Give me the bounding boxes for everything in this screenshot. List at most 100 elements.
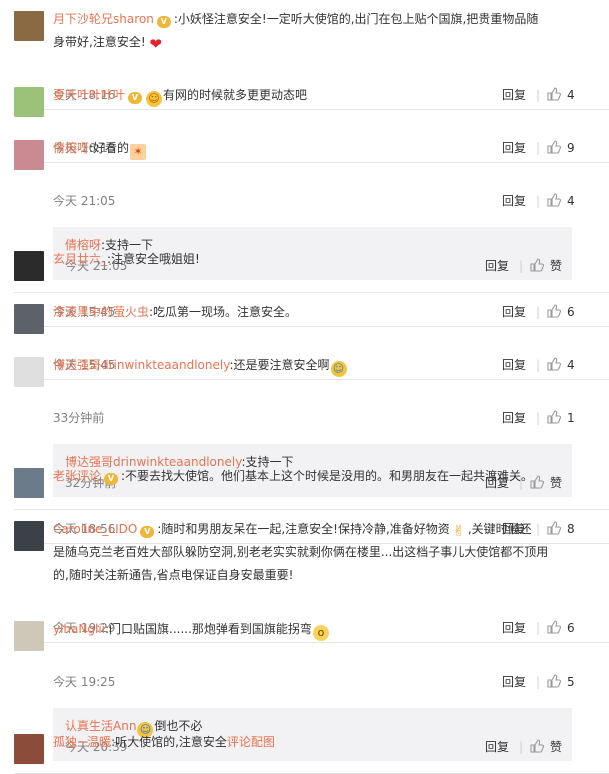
like-button[interactable]: 8: [547, 520, 575, 538]
thumbs-up-icon: [547, 304, 562, 318]
comment-text: 的,随时关注新通告,省点电保证自身安最重要!: [53, 568, 294, 582]
avatar[interactable]: [14, 140, 44, 170]
thumbs-up-icon: [530, 258, 545, 272]
like-button[interactable]: 赞: [530, 474, 562, 492]
like-count: 8: [567, 522, 575, 536]
divider-bar: |: [536, 141, 541, 155]
reply-button[interactable]: 回复: [485, 738, 509, 756]
divider-bar: |: [519, 259, 524, 273]
thumbs-up-icon: [547, 87, 562, 101]
reply-button[interactable]: 回复: [502, 356, 526, 374]
avatar[interactable]: [14, 621, 44, 651]
like-count: 4: [567, 358, 575, 372]
image-link[interactable]: 评论配图: [227, 735, 275, 749]
reply-button[interactable]: 回复: [502, 409, 526, 427]
comment-divider: [14, 326, 609, 327]
username-link[interactable]: 夏叶叶叶叶叶: [53, 88, 125, 102]
comment-text-line: 老张评论 V:不要去找大使馆。他们基本上这个时候是没用的。和男朋友在一起共渡难关。: [53, 467, 533, 485]
avatar[interactable]: [14, 11, 44, 41]
like-count: 4: [567, 88, 575, 102]
timestamp: 今天 21:05: [53, 194, 116, 208]
like-count: 5: [567, 675, 575, 689]
thumbs-up-emoji: ✌: [452, 522, 466, 540]
username-link[interactable]: 认真生活Ann: [65, 719, 136, 733]
comment-text-line: 玄月廿六_:注意安全哦姐姐!: [53, 250, 200, 268]
avatar[interactable]: [14, 468, 44, 498]
avatar[interactable]: [14, 521, 44, 551]
comment-text-line: 博达强哥drinwinkteaandlonely:还是要注意安全啊 ☺: [53, 356, 348, 377]
comment-text: ,关键时候还: [467, 522, 532, 536]
reply-button[interactable]: 回复: [502, 673, 526, 691]
vip-badge-icon: V: [156, 16, 171, 28]
like-button[interactable]: 9: [547, 139, 575, 157]
like-button[interactable]: 5: [547, 673, 575, 691]
thumbs-up-icon: [530, 739, 545, 753]
comment-text-line: 夏叶叶叶叶叶 V ☺ 有网的时候就多更更动态吧: [53, 86, 307, 107]
vip-badge-icon: V: [128, 92, 143, 104]
divider-bar: |: [536, 621, 541, 635]
username-link[interactable]: 老张评论: [53, 469, 101, 483]
like-button[interactable]: 4: [547, 356, 575, 374]
comment-text-line: 的,随时关注新通告,省点电保证自身安最重要!: [53, 566, 293, 584]
like-label: 赞: [550, 740, 563, 754]
like-button[interactable]: 1: [547, 409, 575, 427]
comment-text: :小妖怪注意安全!一定听大使馆的,出门在包上贴个国旗,把贵重物品随: [173, 12, 539, 26]
like-button[interactable]: 6: [547, 303, 575, 321]
heart-emoji: ❤: [149, 35, 162, 53]
vip-badge-icon: V: [140, 526, 155, 538]
like-count: 1: [567, 411, 575, 425]
comment-text-line: ylhaNglii:门口贴国旗......那炮弹看到国旗能拐弯 o: [53, 620, 330, 641]
comment-text-line: 月下沙轮兄sharon V:小妖怪注意安全!一定听大使馆的,出门在包上贴个国旗,把…: [53, 10, 538, 28]
thumbs-up-icon: [547, 140, 562, 154]
divider-bar: |: [536, 522, 541, 536]
username-link[interactable]: 博达强哥drinwinkteaandlonely: [53, 358, 229, 372]
reply-button[interactable]: 回复: [502, 303, 526, 321]
divider-bar: |: [536, 305, 541, 319]
comment-text: :吃瓜第一现场。注意安全。: [149, 305, 298, 319]
username-link[interactable]: 玄月廿六_: [53, 252, 107, 266]
reply-button[interactable]: 回复: [502, 86, 526, 104]
thumbs-up-icon: [547, 521, 562, 535]
comment-text-line: 倩榕呀:好看的 ✶: [53, 139, 147, 160]
like-count: 6: [567, 305, 575, 319]
reply-button[interactable]: 回复: [502, 139, 526, 157]
like-button[interactable]: 6: [547, 619, 575, 637]
surprised-face-emoji: o: [312, 625, 329, 641]
divider-bar: |: [536, 358, 541, 372]
avatar[interactable]: [14, 304, 44, 334]
comment-divider: [14, 109, 609, 110]
like-button[interactable]: 赞: [530, 257, 562, 275]
divider-bar: |: [536, 194, 541, 208]
reply-button[interactable]: 回复: [485, 257, 509, 275]
username-link[interactable]: 月下沙轮兄sharon: [53, 12, 154, 26]
like-button[interactable]: 4: [547, 192, 575, 210]
avatar[interactable]: [14, 734, 44, 764]
comment-divider: [14, 292, 609, 293]
thumbs-up-icon: [547, 193, 562, 207]
thumbs-up-icon: [547, 674, 562, 688]
username-link[interactable]: 倩榕呀: [53, 141, 89, 155]
comment-text: :不要去找大使馆。他们基本上这个时候是没用的。和男朋友在一起共渡难关。: [121, 469, 534, 483]
reply-button[interactable]: 回复: [502, 192, 526, 210]
like-label: 赞: [550, 259, 563, 273]
divider-bar: |: [536, 411, 541, 425]
like-button[interactable]: 赞: [530, 738, 562, 756]
like-button[interactable]: 4: [547, 86, 575, 104]
username-link[interactable]: 孤独~温暖: [53, 735, 111, 749]
timestamp: 33分钟前: [53, 411, 105, 425]
username-link[interactable]: 漆漆黑中的萤火虫: [53, 305, 149, 319]
username-link[interactable]: Caroline_LIDO: [53, 522, 137, 536]
avatar[interactable]: [14, 251, 44, 281]
comment-text: 是随乌克兰老百姓大部队躲防空洞,别老老实实就剩你俩在楼里...出这档子事儿大使馆…: [53, 545, 549, 559]
comment-text-line: 身带好,注意安全! ❤: [53, 33, 166, 52]
comment-text: :还是要注意安全啊: [229, 358, 330, 372]
comment-text: :听大使馆的,注意安全: [111, 735, 227, 749]
comment-divider: [14, 642, 609, 643]
like-count: 6: [567, 621, 575, 635]
avatar[interactable]: [14, 357, 44, 387]
comment-text: 有网的时候就多更更动态吧: [163, 88, 308, 102]
username-link[interactable]: ylhaNglii: [53, 622, 105, 636]
reply-button[interactable]: 回复: [502, 619, 526, 637]
divider-bar: |: [519, 740, 524, 754]
avatar[interactable]: [14, 87, 44, 117]
